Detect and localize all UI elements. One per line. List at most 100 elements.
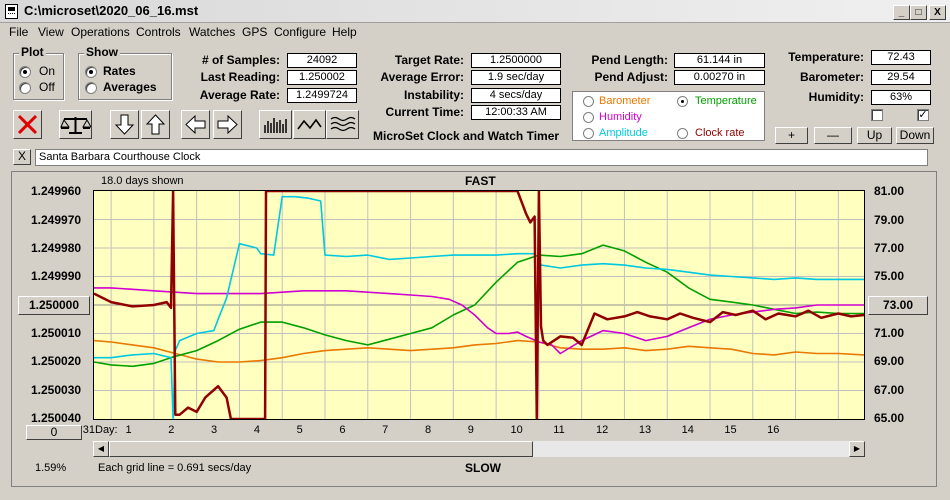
show-group-title: Show — [84, 45, 120, 59]
plot-on-label[interactable]: On — [39, 64, 55, 78]
barometer-radio[interactable] — [583, 96, 594, 107]
legend-clock-rate[interactable]: Clock rate — [695, 127, 745, 139]
line-view-button[interactable] — [293, 110, 326, 139]
day-tick-label: 3 — [211, 424, 218, 436]
minus-button[interactable]: — — [814, 127, 852, 144]
amplitude-radio[interactable] — [583, 128, 594, 139]
minimize-button[interactable]: _ — [893, 5, 910, 20]
y-left-tick: 1.249990 — [31, 269, 82, 283]
day-tick-label: 2 — [168, 424, 175, 436]
y-right-tick: 69.00 — [874, 354, 905, 368]
zero-button[interactable]: 0 — [26, 425, 82, 440]
legend-humidity[interactable]: Humidity — [599, 111, 642, 123]
clock-name-field[interactable]: Santa Barbara Courthouse Clock — [35, 149, 928, 166]
checkbox-1[interactable] — [871, 109, 883, 121]
temperature-value: 72.43 — [871, 50, 931, 65]
close-window-button[interactable]: X — [929, 5, 946, 20]
y-left-tick: 1.250040 — [31, 411, 82, 425]
average-rate-value: 1.2499724 — [287, 88, 357, 103]
clear-button[interactable] — [13, 110, 42, 139]
y-right-tick: 71.00 — [874, 326, 905, 340]
plot-off-label[interactable]: Off — [39, 80, 55, 94]
day-tick-label: 9 — [467, 424, 474, 436]
menu-help[interactable]: Help — [332, 25, 357, 39]
arrow-down-icon — [114, 114, 135, 135]
scroll-left-arrow[interactable]: ◀ — [93, 441, 109, 457]
maximize-button[interactable]: □ — [910, 5, 927, 20]
app-icon[interactable] — [5, 4, 18, 19]
legend-amplitude[interactable]: Amplitude — [599, 127, 648, 139]
multi-line-view-button[interactable] — [326, 110, 359, 139]
menu-file[interactable]: File — [9, 25, 28, 39]
y-left-tick: 1.249970 — [31, 213, 82, 227]
show-rates-radio[interactable] — [85, 66, 97, 78]
wave-icon — [297, 118, 322, 130]
multi-wave-icon — [330, 116, 356, 132]
day-tick-label: 31 — [82, 424, 95, 436]
show-averages-radio[interactable] — [85, 82, 97, 94]
center-value-button[interactable]: 1.250000 — [18, 296, 90, 315]
humidity-radio[interactable] — [583, 112, 594, 123]
arrow-left-icon — [185, 114, 206, 135]
scroll-thumb[interactable] — [109, 441, 533, 457]
clock-rate-radio[interactable] — [677, 128, 688, 139]
bar-view-button[interactable] — [259, 110, 292, 139]
y-right-tick: 79.00 — [874, 213, 905, 227]
average-error-label: Average Error: — [380, 70, 464, 84]
up-button[interactable]: Up — [857, 127, 892, 144]
bar-chart-icon — [264, 118, 287, 133]
y-left-tick: 1.250030 — [31, 383, 82, 397]
right-value-button[interactable]: 73.00 — [868, 296, 928, 315]
show-rates-label[interactable]: Rates — [103, 64, 136, 78]
y-right-tick: 65.00 — [874, 411, 905, 425]
plot-off-radio[interactable] — [19, 82, 31, 94]
show-averages-label[interactable]: Averages — [103, 80, 157, 94]
percent-label: 1.59% — [35, 462, 67, 474]
plus-button[interactable]: + — [775, 127, 808, 144]
menu-operations[interactable]: Operations — [71, 25, 130, 39]
average-error-value: 1.9 sec/day — [471, 70, 561, 85]
y-left-tick: 1.249960 — [31, 184, 82, 198]
checkbox-2[interactable]: ✓ — [917, 109, 929, 121]
horizontal-scrollbar[interactable]: ◀ ▶ — [93, 441, 865, 457]
plot-on-radio[interactable] — [19, 66, 31, 78]
barometer-label: Barometer: — [799, 70, 864, 84]
humidity-value: 63% — [871, 90, 931, 105]
y-right-tick: 67.00 — [874, 383, 905, 397]
menu-watches[interactable]: Watches — [189, 25, 235, 39]
samples-label: # of Samples: — [201, 53, 280, 67]
calibrate-button[interactable] — [59, 110, 92, 139]
scroll-right-arrow[interactable]: ▶ — [849, 441, 865, 457]
day-tick-label: 13 — [638, 424, 652, 436]
clear-name-button[interactable]: X — [13, 149, 31, 165]
day-tick-label: 4 — [253, 424, 260, 436]
day-tick-label: 5 — [296, 424, 303, 436]
days-shown-label: 18.0 days shown — [101, 175, 184, 187]
instability-value: 4 secs/day — [471, 88, 561, 103]
legend-temperature[interactable]: Temperature — [695, 95, 757, 107]
window-title: C:\microset\2020_06_16.mst — [24, 3, 199, 18]
menu-gps[interactable]: GPS — [242, 25, 267, 39]
day-tick-label: 11 — [553, 424, 565, 436]
temperature-label: Temperature: — [788, 50, 864, 64]
day-axis: 31 1 2 3 4 5 6 7 8 9 10 11 12 13 14 15 16 — [83, 424, 865, 438]
menu-controls[interactable]: Controls — [136, 25, 181, 39]
current-time-value: 12:00:33 AM — [471, 105, 561, 120]
legend-barometer[interactable]: Barometer — [599, 95, 650, 107]
down-button[interactable]: Down — [896, 127, 934, 144]
y-left-tick: 1.249980 — [31, 241, 82, 255]
scroll-up-button[interactable] — [141, 110, 170, 139]
pend-adjust-label: Pend Adjust: — [594, 70, 668, 84]
series-humidity — [94, 287, 864, 355]
temperature-radio[interactable] — [677, 96, 688, 107]
scroll-right-button[interactable] — [213, 110, 242, 139]
menu-configure[interactable]: Configure — [274, 25, 326, 39]
scroll-left-button[interactable] — [181, 110, 210, 139]
pend-adjust-value: 0.00270 in — [674, 70, 765, 85]
day-tick-label: 6 — [339, 424, 346, 436]
day-tick-label: 8 — [424, 424, 432, 436]
day-tick-label: 14 — [681, 424, 694, 436]
day-tick-label: 15 — [724, 424, 737, 436]
scroll-down-button[interactable] — [110, 110, 139, 139]
menu-view[interactable]: View — [38, 25, 64, 39]
